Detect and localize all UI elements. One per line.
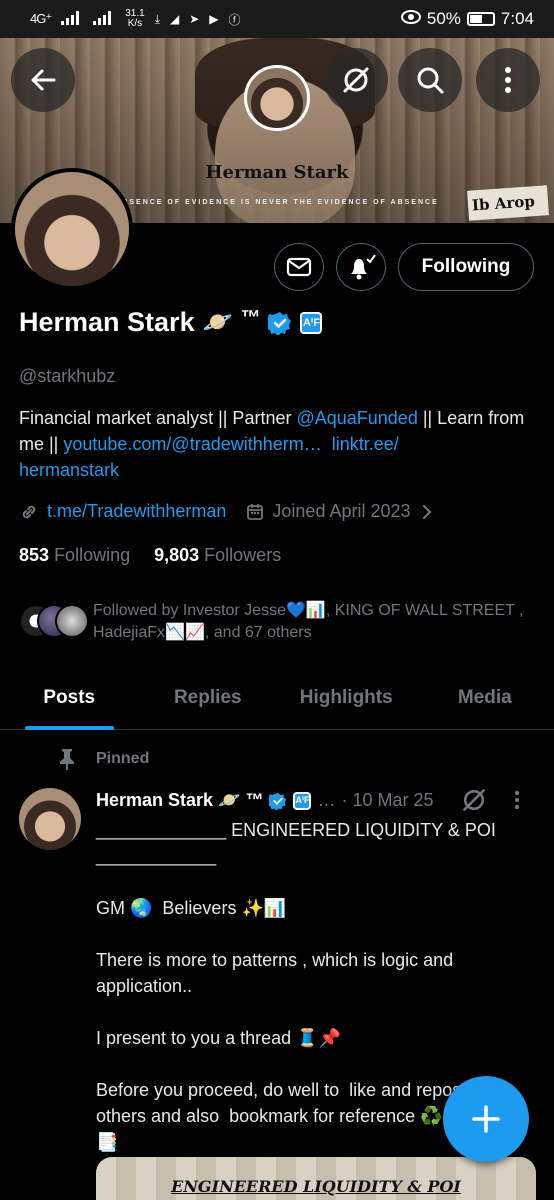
grok-button[interactable] bbox=[324, 48, 388, 112]
notifications-button[interactable] bbox=[336, 243, 386, 291]
pinned-label: Pinned bbox=[96, 750, 150, 767]
post-ellipsis: … bbox=[317, 790, 336, 810]
profile-handle: @starkhubz bbox=[19, 366, 116, 386]
followers-label: Followers bbox=[204, 545, 282, 565]
tab-label: Highlights bbox=[299, 687, 393, 708]
tab-label: Posts bbox=[43, 687, 96, 708]
bio-linktree-part2: hermanstark bbox=[19, 460, 120, 480]
post-image-title: ENGINEERED LIQUIDITY & POI bbox=[171, 1177, 461, 1196]
mail-icon bbox=[286, 257, 312, 277]
post-header: Herman Stark 🪐 ™ AⁱF … · 10 Mar 25 bbox=[96, 790, 434, 811]
plus-icon bbox=[472, 1105, 500, 1133]
profile-bio: Financial market analyst || Partner @Aqu… bbox=[19, 405, 539, 483]
follower-avatars bbox=[19, 600, 91, 640]
profile-tabs: Posts Replies Highlights Media bbox=[0, 668, 554, 730]
tab-replies[interactable]: Replies bbox=[139, 668, 278, 729]
profile-name-row: Herman Stark 🪐 ™ AⁱF bbox=[19, 307, 323, 338]
profile-avatar[interactable] bbox=[11, 168, 133, 290]
tab-label: Replies bbox=[173, 687, 242, 708]
following-label: Following bbox=[54, 545, 131, 565]
tab-highlights[interactable]: Highlights bbox=[277, 668, 416, 729]
followers-count: 9,803 bbox=[154, 545, 200, 565]
active-tab-indicator bbox=[25, 726, 114, 730]
joined-date: Joined April 2023 bbox=[272, 501, 411, 521]
network-speed: 31.1 K/s bbox=[125, 9, 144, 29]
planet-emoji: 🪐 bbox=[202, 309, 233, 336]
affiliate-badge[interactable]: AⁱF bbox=[300, 311, 323, 334]
search-button[interactable] bbox=[398, 48, 462, 112]
post-date[interactable]: · 10 Mar 25 bbox=[341, 790, 433, 811]
followers-count-link[interactable]: 9,803 Followers bbox=[154, 545, 281, 566]
grok-icon bbox=[463, 789, 485, 811]
bio-youtube-link[interactable]: youtube.com/@tradewithherm… bbox=[63, 434, 321, 454]
link-icon bbox=[19, 502, 39, 522]
compose-button[interactable] bbox=[443, 1076, 529, 1162]
calendar-icon bbox=[246, 503, 264, 521]
website-link[interactable]: t.me/Tradewithherman bbox=[47, 501, 226, 522]
post-image[interactable]: ENGINEERED LIQUIDITY & POI bbox=[96, 1157, 536, 1200]
post-grok-button[interactable] bbox=[460, 786, 488, 819]
back-button[interactable] bbox=[11, 48, 75, 112]
profile-meta: t.me/Tradewithherman Joined April 2023 bbox=[19, 501, 441, 522]
signal-icon-2 bbox=[93, 10, 115, 28]
post-author-name[interactable]: Herman Stark 🪐 ™ bbox=[96, 790, 263, 811]
bell-check-icon bbox=[351, 254, 376, 280]
more-vertical-icon bbox=[505, 67, 511, 93]
eye-icon bbox=[400, 9, 421, 29]
pin-icon bbox=[60, 749, 74, 770]
search-icon bbox=[417, 67, 444, 94]
battery-icon bbox=[466, 12, 495, 26]
more-options-button[interactable] bbox=[476, 48, 540, 112]
speed-unit: K/s bbox=[127, 18, 143, 29]
clock: 7:04 bbox=[500, 9, 534, 28]
tab-label: Media bbox=[457, 687, 512, 708]
bio-linktree-part1: linktr.ee/ bbox=[331, 434, 399, 454]
following-button[interactable]: Following bbox=[398, 243, 534, 291]
youtube-icon: ▶ bbox=[209, 12, 219, 26]
chevron-right-icon[interactable] bbox=[421, 503, 433, 521]
verified-badge-icon[interactable] bbox=[268, 311, 292, 335]
post-author-avatar[interactable] bbox=[19, 788, 81, 850]
message-button[interactable] bbox=[274, 243, 324, 291]
avatar bbox=[55, 604, 89, 638]
telegram-icon: ➤ bbox=[189, 12, 200, 26]
followed-by[interactable]: Followed by Investor Jesse💙📊, KING OF WA… bbox=[19, 600, 539, 644]
grok-icon bbox=[343, 67, 369, 93]
facebook-icon: ⓕ bbox=[228, 12, 241, 27]
pinned-indicator: Pinned bbox=[58, 748, 149, 770]
network-type: 4G⁺ bbox=[30, 11, 52, 26]
verified-badge-icon bbox=[269, 792, 287, 810]
following-count-link[interactable]: 853 Following bbox=[19, 545, 130, 566]
bio-mention-link[interactable]: @AquaFunded bbox=[296, 408, 417, 428]
follow-stats: 853 Following 9,803 Followers bbox=[19, 545, 281, 566]
trademark-symbol: ™ bbox=[240, 307, 261, 329]
battery-percent: 50% bbox=[426, 9, 461, 28]
post-more-button[interactable] bbox=[514, 790, 520, 815]
affiliate-badge: AⁱF bbox=[293, 791, 312, 810]
tab-media[interactable]: Media bbox=[416, 668, 554, 729]
display-name: Herman Stark bbox=[19, 307, 195, 337]
bio-text: Financial market analyst || Partner bbox=[19, 408, 297, 428]
following-count: 853 bbox=[19, 545, 50, 565]
download-icon: ⤓ bbox=[154, 11, 160, 26]
tab-posts[interactable]: Posts bbox=[0, 668, 139, 730]
arrow-left-icon bbox=[31, 69, 56, 91]
followed-by-text: Followed by Investor Jesse💙📊, KING OF WA… bbox=[93, 602, 524, 641]
send-icon: ◢ bbox=[170, 12, 180, 26]
more-vertical-icon bbox=[514, 790, 520, 810]
status-bar: 4G⁺ 31.1 K/s ⤓ ◢ ➤ ▶ ⓕ 50% 7:04 bbox=[0, 0, 554, 38]
header-mini-avatar bbox=[244, 65, 310, 131]
signal-icon bbox=[61, 10, 83, 28]
